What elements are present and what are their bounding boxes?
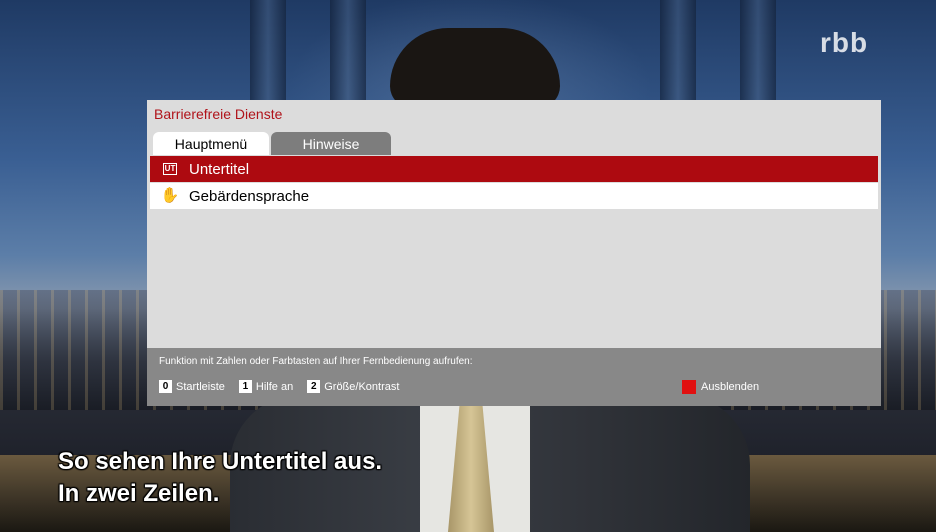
subtitle-line-2: In zwei Zeilen. — [58, 480, 220, 507]
service-list: UT Untertitel ✋ Gebärdensprache — [150, 156, 878, 210]
key-1-badge: 1 — [238, 380, 252, 393]
presenter-head — [390, 28, 560, 108]
sign-language-hand-icon: ✋ — [160, 187, 180, 204]
subtitle-line-1: So sehen Ihre Untertitel aus. — [58, 448, 383, 475]
list-item-label: Untertitel — [189, 160, 250, 178]
subtitle-preview: So sehen Ihre Untertitel aus. In zwei Ze… — [58, 446, 382, 510]
dialog-title: Barrierefreie Dienste — [154, 106, 283, 122]
dialog-footer: Funktion mit Zahlen oder Farbtasten auf … — [147, 348, 881, 406]
tab-main-menu[interactable]: Hauptmenü — [153, 132, 269, 155]
channel-logo: rbb — [820, 27, 869, 58]
key-1-label[interactable]: Hilfe an — [256, 381, 293, 393]
ut-badge-text: UT — [162, 163, 178, 175]
list-item-label: Gebärdensprache — [189, 187, 310, 205]
tab-notes[interactable]: Hinweise — [271, 132, 391, 155]
key-2-label[interactable]: Größe/Kontrast — [324, 381, 399, 393]
key-2-badge: 2 — [307, 380, 321, 393]
footer-instruction: Funktion mit Zahlen oder Farbtasten auf … — [159, 356, 473, 367]
subtitle-ut-icon: UT — [162, 162, 178, 176]
list-item-sign-language[interactable]: ✋ Gebärdensprache — [150, 183, 878, 209]
list-item-subtitles[interactable]: UT Untertitel — [150, 156, 878, 182]
accessibility-services-dialog: Barrierefreie Dienste Hauptmenü Hinweise… — [147, 100, 881, 406]
hide-button[interactable]: Ausblenden — [682, 380, 759, 394]
key-0-label[interactable]: Startleiste — [176, 381, 225, 393]
red-key-icon — [682, 380, 696, 394]
key-hints: 0 Startleiste 1 Hilfe an 2 Größe/Kontras… — [159, 380, 413, 393]
hide-label: Ausblenden — [701, 381, 760, 393]
key-0-badge: 0 — [159, 380, 172, 393]
